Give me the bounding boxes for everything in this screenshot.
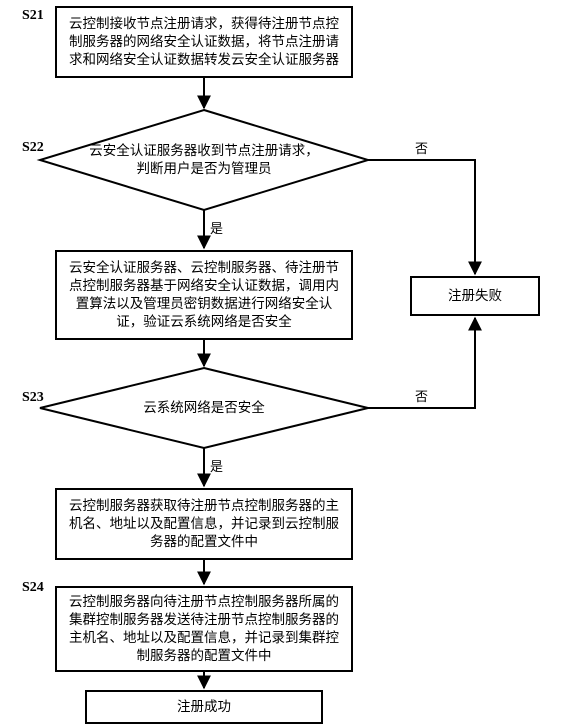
node-register-fail: 注册失败 (410, 276, 540, 316)
node-receive-request: 云控制接收节点注册请求，获得待注册节点控制服务器的网络安全认证数据，将节点注册请… (55, 6, 353, 78)
step-label-text: S23 (22, 390, 44, 405)
step-label-text: S21 (22, 8, 44, 23)
node-send-cluster: 云控制服务器向待注册节点控制服务器所属的集群控制服务器发送待注册节点控制服务器的… (55, 586, 353, 672)
step-label-s21: S21 (22, 8, 44, 24)
diamond-secure: 云系统网络是否安全 (105, 399, 303, 417)
diamond-text-content: 云系统网络是否安全 (143, 400, 265, 415)
step-label-s24: S24 (22, 580, 44, 596)
edge-no-1: 否 (415, 138, 428, 157)
node-register-success: 注册成功 (85, 690, 323, 724)
edge-no-2: 否 (415, 386, 428, 405)
node-text: 云控制服务器获取待注册节点控制服务器的主机名、地址以及配置信息，并记录到云控制服… (65, 497, 343, 552)
step-label-text: S22 (22, 140, 44, 155)
node-record-config: 云控制服务器获取待注册节点控制服务器的主机名、地址以及配置信息，并记录到云控制服… (55, 488, 353, 560)
node-text: 云控制接收节点注册请求，获得待注册节点控制服务器的网络安全认证数据，将节点注册请… (65, 15, 343, 70)
node-text: 云安全认证服务器、云控制服务器、待注册节点控制服务器基于网络安全认证数据，调用内… (65, 259, 343, 332)
node-security-auth: 云安全认证服务器、云控制服务器、待注册节点控制服务器基于网络安全认证数据，调用内… (55, 250, 353, 340)
step-label-text: S24 (22, 580, 44, 595)
edge-yes-1: 是 (210, 218, 223, 237)
edge-yes-2: 是 (210, 456, 223, 475)
diamond-text-content: 云安全认证服务器收到节点注册请求，判断用户是否为管理员 (89, 143, 319, 176)
node-text: 云控制服务器向待注册节点控制服务器所属的集群控制服务器发送待注册节点控制服务器的… (65, 593, 343, 666)
node-text: 注册成功 (177, 698, 231, 716)
step-label-s22: S22 (22, 140, 44, 156)
diamond-admin: 云安全认证服务器收到节点注册请求，判断用户是否为管理员 (85, 142, 323, 178)
step-label-s23: S23 (22, 390, 44, 406)
node-text: 注册失败 (448, 287, 502, 305)
